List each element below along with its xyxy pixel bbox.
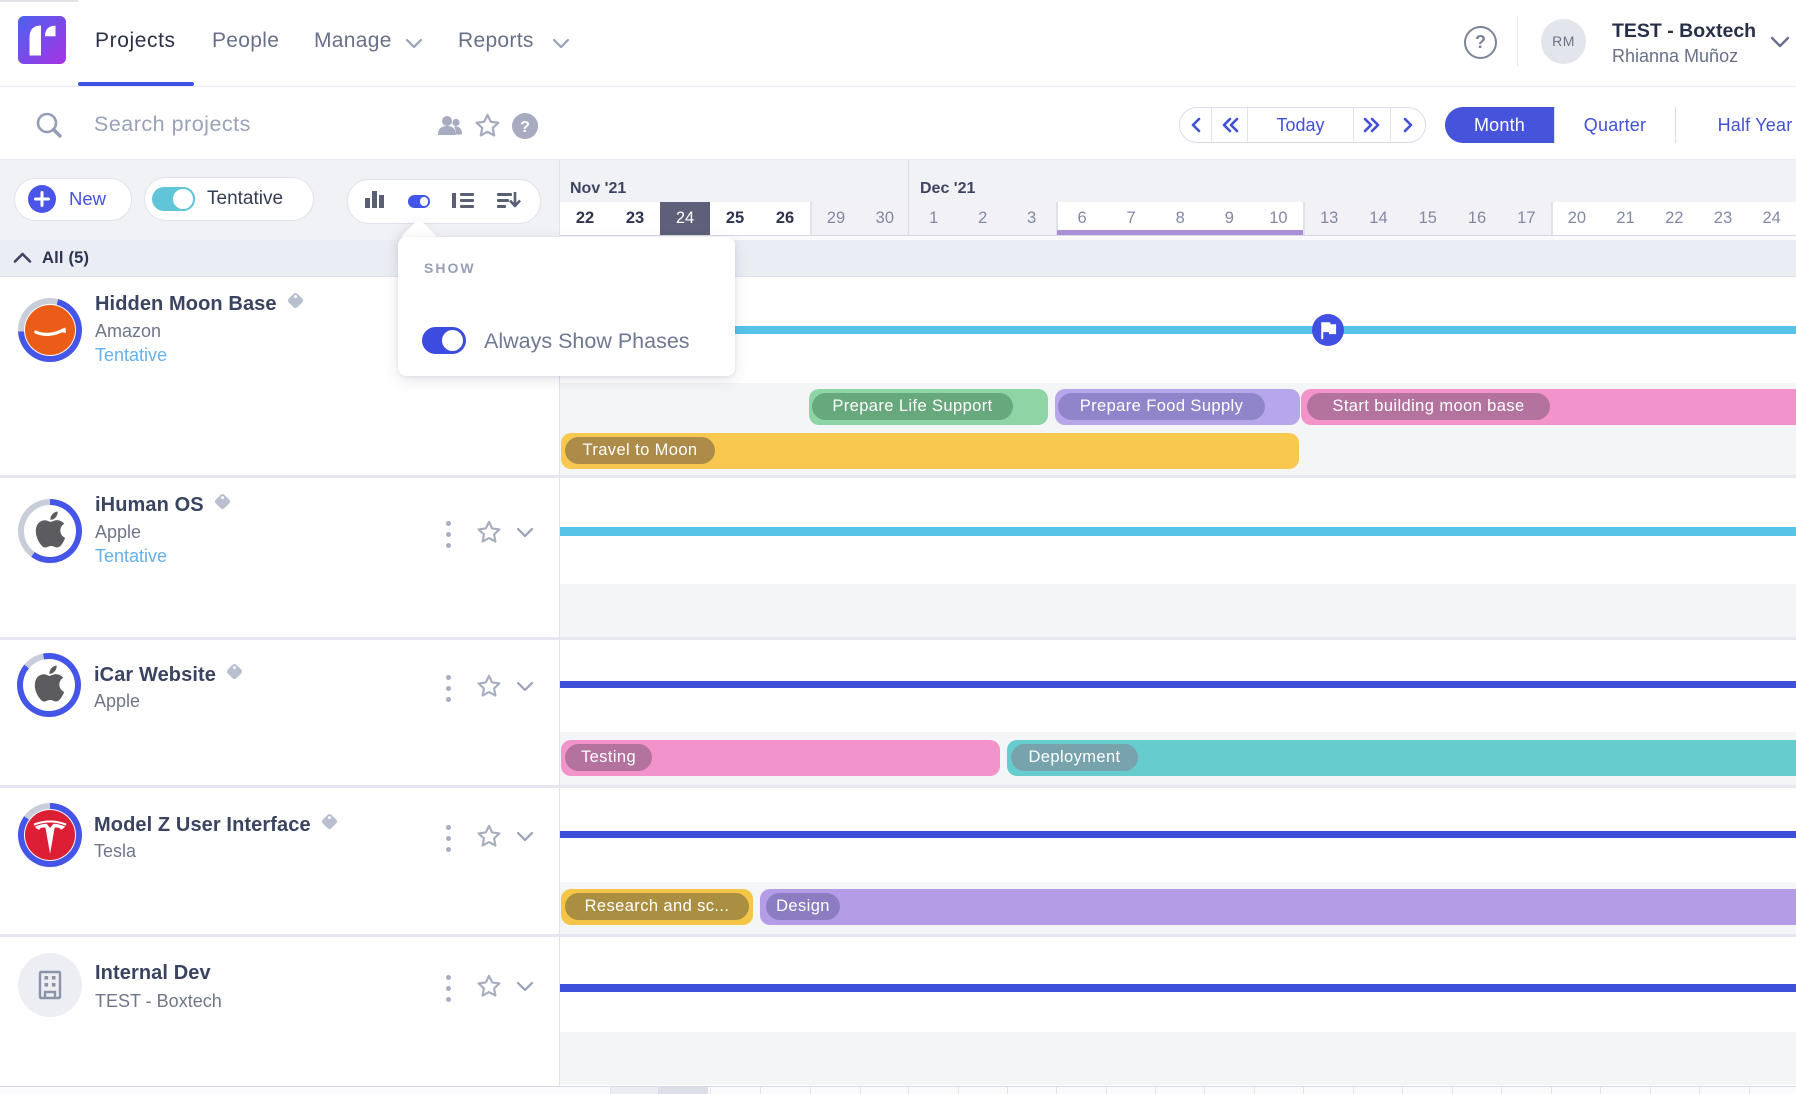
svg-text:?: ? xyxy=(520,119,530,136)
